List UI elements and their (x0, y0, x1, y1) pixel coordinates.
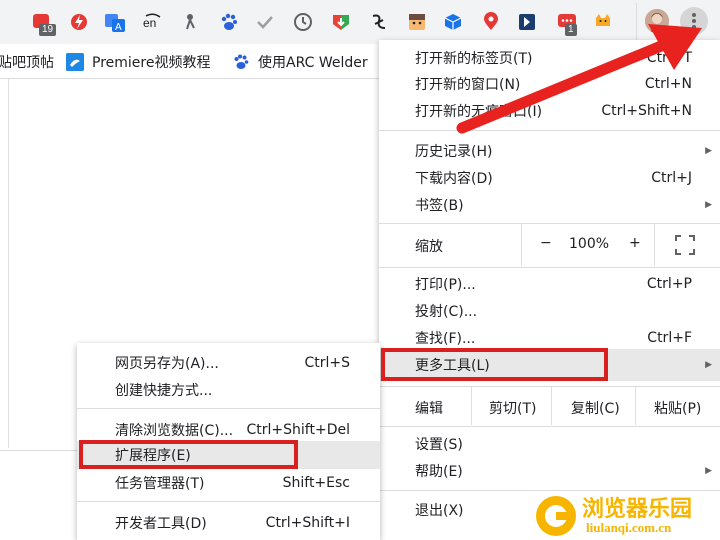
watermark-title: 浏览器乐园 (582, 496, 693, 522)
check-icon[interactable] (254, 11, 276, 33)
zoom-level: 100% (569, 236, 610, 252)
menu-item-developer-tools[interactable]: 开发者工具(D) Ctrl+Shift+I (77, 510, 380, 536)
menu-item-shortcut: Ctrl+S (304, 355, 350, 371)
zoom-out-button[interactable]: − (540, 235, 552, 251)
cut-button[interactable]: 剪切(T) (471, 387, 551, 425)
bookmark-label: 贴吧顶帖 (0, 55, 54, 71)
svg-text:A: A (115, 22, 122, 33)
page-edge-divider (0, 78, 9, 448)
submenu-arrow-icon: ▶ (705, 200, 712, 210)
menu-item-shortcut: Ctrl+J (651, 170, 692, 186)
menu-item-save-page-as[interactable]: 网页另存为(A)... Ctrl+S (77, 350, 380, 376)
menu-item-shortcut: Ctrl+P (646, 276, 692, 292)
menu-item-label: 帮助(E) (415, 464, 463, 480)
menu-item-label: 下载内容(D) (415, 171, 493, 187)
menu-item-bookmarks[interactable]: 书签(B) ▶ (379, 192, 720, 218)
menu-item-create-shortcut[interactable]: 创建快捷方式... (77, 377, 380, 403)
watermark: 浏览器乐园 liulanqi.com.cn (534, 490, 720, 540)
edit-row: 编辑 剪切(T) 复制(C) 粘贴(P) (379, 387, 720, 425)
fullscreen-icon[interactable] (675, 235, 695, 255)
menu-item-label: 清除浏览数据(C)... (115, 423, 234, 439)
bookmark-item[interactable]: Premiere视频教程 (66, 52, 210, 72)
menu-separator (77, 408, 380, 409)
copy-label: 复制(C) (571, 401, 620, 417)
bookmark-item[interactable]: 使用ARC Welder (232, 52, 368, 72)
menu-separator (379, 426, 720, 427)
menu-item-label: 设置(S) (415, 437, 463, 453)
premiere-icon (66, 53, 84, 71)
translator-en-icon[interactable]: en (142, 11, 164, 33)
menu-item-label: 开发者工具(D) (115, 516, 207, 532)
zoom-in-button[interactable]: + (629, 235, 641, 251)
menu-item-label: 网页另存为(A)... (115, 356, 219, 372)
menu-item-shortcut: Ctrl+Shift+Del (246, 422, 350, 438)
menu-item-label: 打印(P)... (415, 277, 476, 293)
submenu-arrow-icon: ▶ (705, 146, 712, 156)
menu-item-label: 书签(B) (415, 198, 464, 214)
calligraphy-icon[interactable] (368, 11, 390, 33)
menu-item-shortcut: Ctrl+F (647, 330, 692, 346)
zoom-label: 缩放 (415, 239, 443, 255)
paste-button[interactable]: 粘贴(P) (635, 387, 720, 425)
menu-item-shortcut: Ctrl+Shift+I (265, 515, 350, 531)
edit-label: 编辑 (415, 401, 443, 417)
menu-item-history[interactable]: 历史记录(H) ▶ (379, 138, 720, 164)
bookmark-label: Premiere视频教程 (92, 55, 211, 71)
zoom-row: 缩放 − 100% + (379, 224, 720, 266)
baidu-paw-icon[interactable] (218, 11, 240, 33)
extension-badge: 19 (39, 24, 57, 36)
copy-button[interactable]: 复制(C) (551, 387, 635, 425)
cut-label: 剪切(T) (489, 401, 537, 417)
bookmark-label: 使用ARC Welder (258, 55, 368, 71)
menu-item-cast[interactable]: 投射(C)... (379, 298, 720, 324)
menu-item-shortcut: Shift+Esc (282, 475, 350, 491)
face-icon[interactable] (406, 11, 428, 33)
menu-item-label: 查找(F)... (415, 331, 476, 347)
menu-item-downloads[interactable]: 下载内容(D) Ctrl+J (379, 165, 720, 191)
clock-icon[interactable] (292, 11, 314, 33)
menu-item-task-manager[interactable]: 任务管理器(T) Shift+Esc (77, 470, 380, 496)
download-shield-icon[interactable] (330, 11, 352, 33)
menu-item-label: 退出(X) (415, 503, 464, 519)
translate-icon[interactable]: A (104, 11, 126, 33)
menu-item-print[interactable]: 打印(P)... Ctrl+P (379, 271, 720, 297)
watermark-logo-icon (536, 496, 576, 536)
submenu-arrow-icon: ▶ (705, 360, 712, 370)
page-divider (0, 450, 80, 451)
svg-text:en: en (143, 16, 156, 30)
watermark-url: liulanqi.com.cn (586, 520, 672, 535)
bookmark-item[interactable]: 贴吧顶帖 (0, 52, 54, 72)
annotation-box-more-tools (381, 348, 608, 381)
baidu-paw-icon (232, 53, 250, 71)
annotation-arrow-icon (456, 24, 702, 134)
menu-separator (379, 267, 720, 268)
paste-label: 粘贴(P) (654, 401, 702, 417)
annotation-box-extensions (79, 440, 298, 469)
menu-item-settings[interactable]: 设置(S) (379, 431, 720, 457)
figure-icon[interactable] (180, 11, 202, 33)
submenu-arrow-icon: ▶ (705, 466, 712, 476)
menu-item-label: 投射(C)... (415, 304, 478, 320)
zoom-controls: − 100% + (521, 224, 655, 266)
menu-item-help[interactable]: 帮助(E) ▶ (379, 458, 720, 484)
flash-icon[interactable] (68, 11, 90, 33)
menu-separator (77, 501, 380, 502)
menu-item-label: 创建快捷方式... (115, 383, 213, 399)
extension-red-square-icon[interactable]: 19 (30, 11, 57, 36)
menu-item-label: 任务管理器(T) (115, 476, 205, 492)
menu-item-label: 历史记录(H) (415, 144, 493, 160)
